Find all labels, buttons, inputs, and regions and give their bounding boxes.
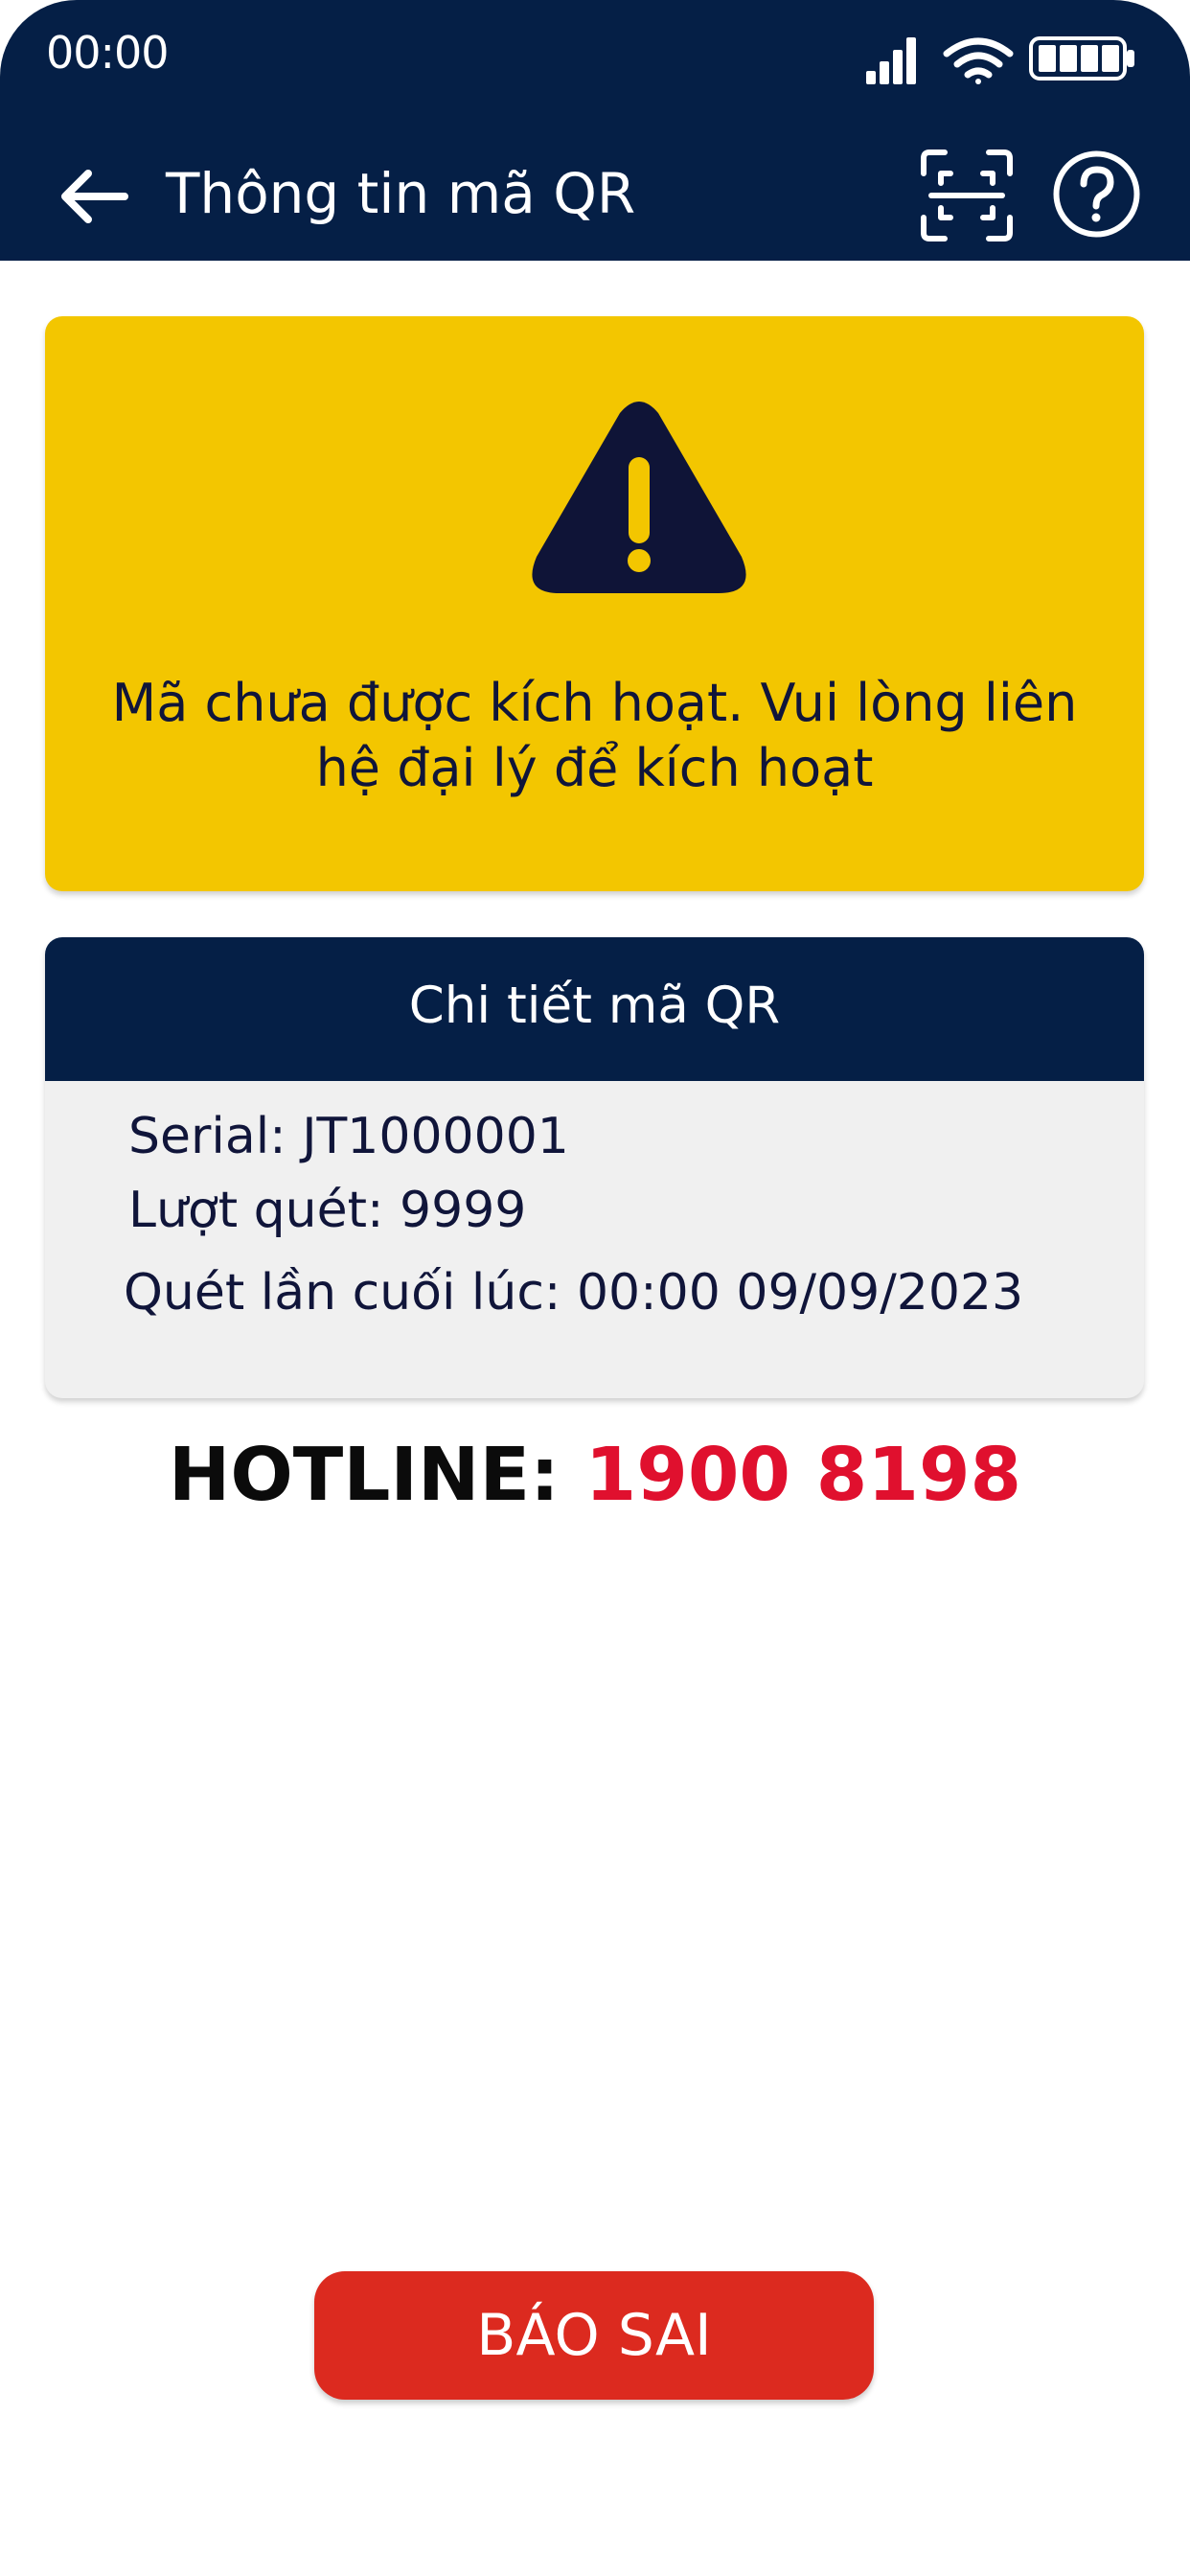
scan-icon bbox=[921, 150, 1013, 242]
page-title: Thông tin mã QR bbox=[166, 161, 636, 226]
hotline: HOTLINE: 1900 8198 bbox=[0, 1428, 1190, 1524]
hotline-number[interactable]: 1900 8198 bbox=[585, 1433, 1021, 1518]
signal-icon bbox=[866, 37, 916, 84]
last-scanned-text: Quét lần cuối lúc: 00:00 09/09/2023 bbox=[124, 1264, 1024, 1322]
wifi-icon bbox=[943, 37, 1014, 84]
help-button[interactable] bbox=[1051, 149, 1142, 240]
warning-card: Mã chưa được kích hoạt. Vui lòng liên hệ… bbox=[45, 316, 1144, 891]
serial-text: Serial: JT1000001 bbox=[128, 1108, 569, 1165]
battery-icon bbox=[1029, 36, 1134, 80]
warning-icon bbox=[532, 402, 746, 593]
arrow-left-icon bbox=[61, 170, 128, 223]
app-header: Thông tin mã QR bbox=[0, 129, 1190, 261]
qr-details-title: Chi tiết mã QR bbox=[45, 937, 1144, 1081]
hotline-label: HOTLINE: bbox=[168, 1433, 585, 1518]
qr-details-card: Chi tiết mã QR Serial: JT1000001 Lượt qu… bbox=[45, 937, 1144, 1398]
status-icons bbox=[866, 36, 1134, 84]
warning-message: Mã chưa được kích hoạt. Vui lòng liên hệ… bbox=[111, 673, 1078, 798]
question-circle-icon bbox=[1053, 150, 1140, 238]
status-bar: 00:00 bbox=[0, 0, 1190, 129]
report-error-button[interactable]: BÁO SAI bbox=[314, 2271, 874, 2400]
scan-count-text: Lượt quét: 9999 bbox=[128, 1182, 527, 1239]
status-time: 00:00 bbox=[46, 27, 170, 79]
back-button[interactable] bbox=[56, 158, 132, 235]
scan-qr-button[interactable] bbox=[920, 149, 1014, 242]
